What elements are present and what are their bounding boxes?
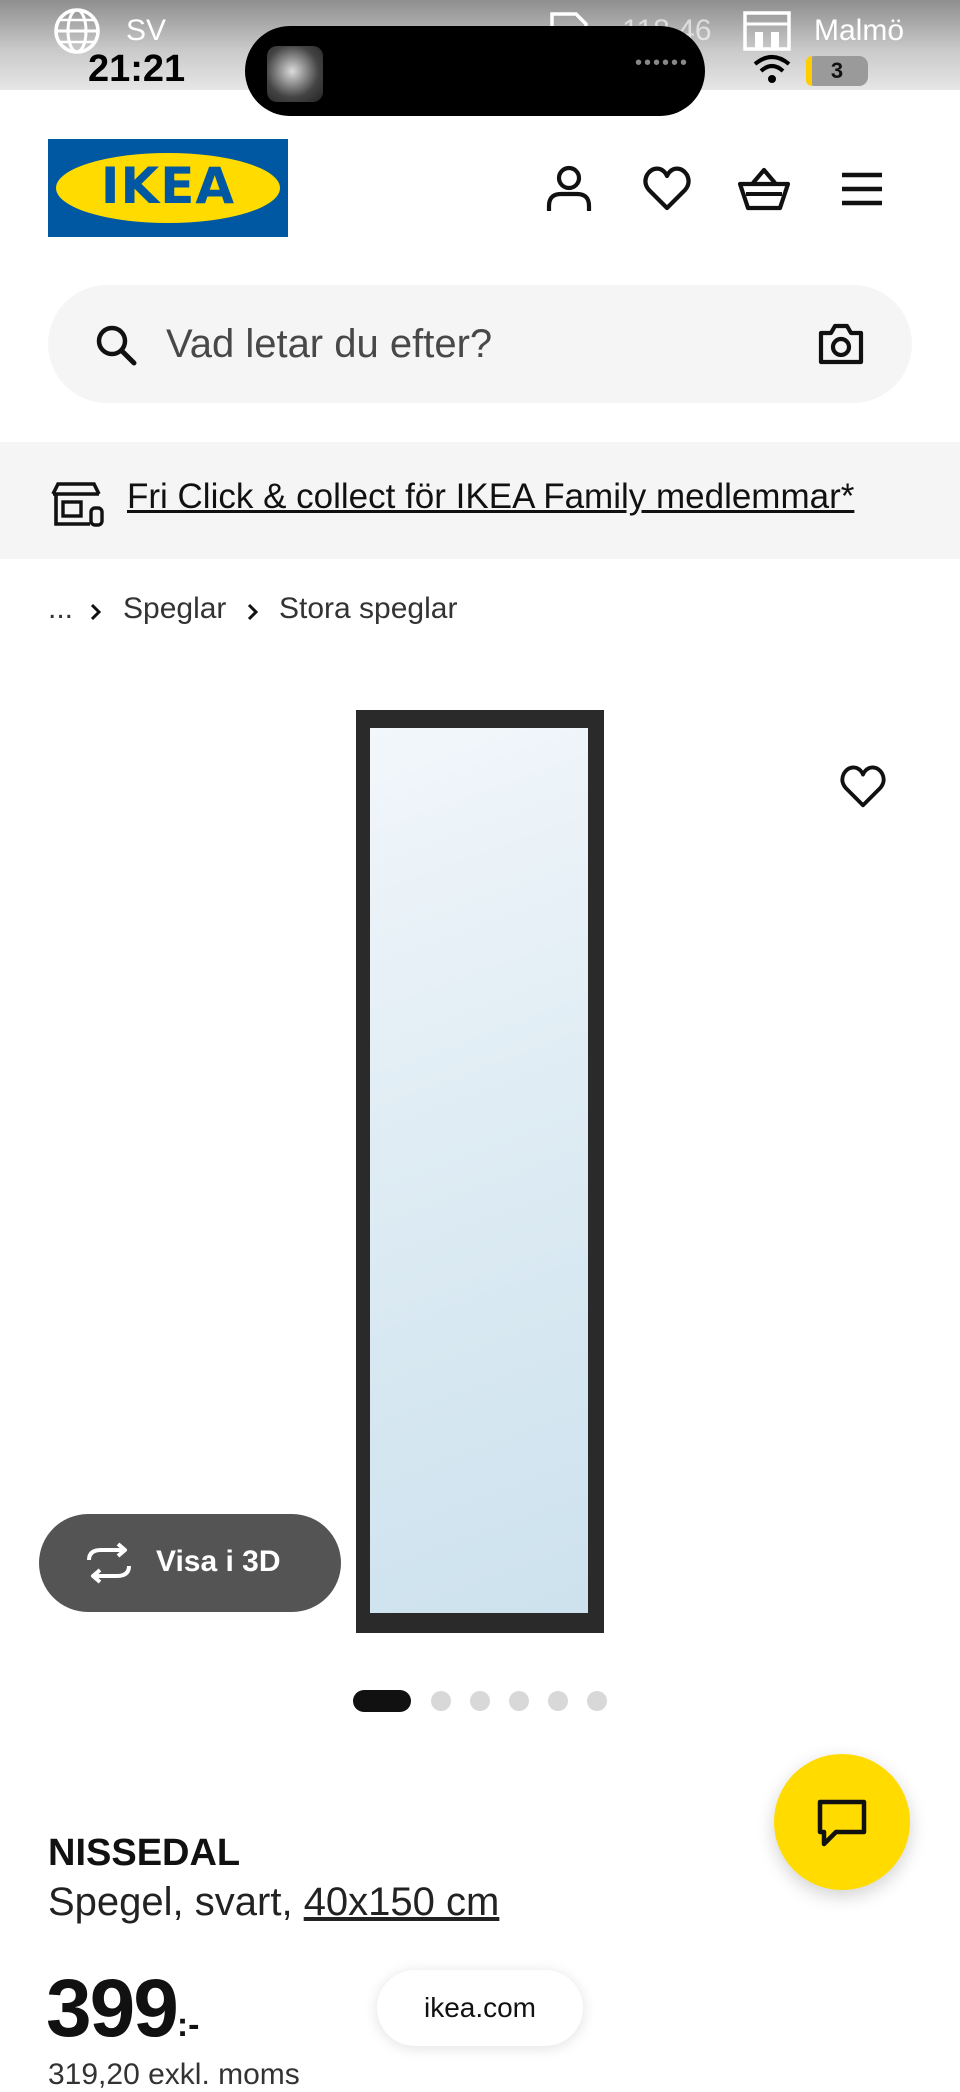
product-price-excl-vat: 319,20 exkl. moms — [48, 2058, 300, 2091]
favorite-heart-icon[interactable] — [838, 764, 888, 810]
camera-icon[interactable] — [818, 323, 864, 365]
logo-text: IKEA — [100, 157, 236, 215]
language-indicator: SV — [126, 14, 167, 47]
product-price-suffix: :- — [176, 2006, 200, 2044]
carousel-dot[interactable] — [431, 1691, 451, 1711]
product-image[interactable] — [356, 710, 604, 1633]
product-price: 399:- — [46, 1962, 199, 2056]
carousel-dot[interactable] — [587, 1691, 607, 1711]
chevron-right-icon — [90, 603, 102, 621]
heart-icon[interactable] — [641, 163, 693, 215]
battery-level: 3 — [830, 58, 844, 83]
product-price-value: 399 — [46, 1963, 179, 2054]
building-icon — [743, 11, 791, 51]
product-description-text: Spegel, svart, — [48, 1880, 304, 1924]
carousel-dot[interactable] — [548, 1691, 568, 1711]
mirror-glass — [370, 728, 588, 1613]
browser-url: ikea.com — [423, 1992, 537, 2023]
island-activity-icon: •••••• — [635, 52, 690, 74]
wifi-icon — [753, 55, 791, 83]
promo-banner-link[interactable]: Fri Click & collect för IKEA Family medl… — [127, 477, 854, 517]
store-icon — [51, 482, 104, 527]
chat-button[interactable] — [774, 1754, 910, 1890]
product-size-link[interactable]: 40x150 cm — [304, 1880, 500, 1924]
view-3d-label: Visa i 3D — [156, 1545, 281, 1578]
search-icon — [96, 325, 137, 366]
battery-indicator: 3 — [806, 56, 868, 86]
basket-icon[interactable] — [738, 163, 790, 215]
ikea-logo[interactable]: IKEA — [48, 139, 288, 237]
view-3d-button[interactable]: Visa i 3D — [39, 1514, 341, 1612]
search-bar[interactable]: Vad letar du efter? — [48, 285, 912, 403]
media-thumbnail — [267, 46, 323, 102]
dynamic-island: •••••• — [245, 26, 705, 116]
chat-icon — [817, 1799, 867, 1847]
user-icon[interactable] — [543, 163, 595, 215]
carousel-dot[interactable] — [353, 1690, 411, 1712]
product-name: NISSEDAL — [48, 1832, 241, 1874]
search-input[interactable]: Vad letar du efter? — [166, 322, 492, 367]
location-name: Malmö — [814, 14, 905, 47]
chevron-right-icon — [247, 603, 259, 621]
rotate-3d-icon — [87, 1542, 131, 1584]
breadcrumb-item-stora-speglar[interactable]: Stora speglar — [279, 592, 457, 626]
breadcrumb-item-speglar[interactable]: Speglar — [123, 592, 226, 626]
carousel-dot[interactable] — [470, 1691, 490, 1711]
product-description: Spegel, svart, 40x150 cm — [48, 1880, 499, 1925]
browser-url-bar[interactable]: ikea.com — [377, 1970, 583, 2046]
breadcrumb-ellipsis[interactable]: ... — [48, 592, 73, 626]
promo-banner[interactable]: Fri Click & collect för IKEA Family medl… — [0, 442, 960, 559]
carousel-dot[interactable] — [509, 1691, 529, 1711]
clock: 21:21 — [88, 48, 186, 90]
menu-icon[interactable] — [836, 163, 888, 215]
